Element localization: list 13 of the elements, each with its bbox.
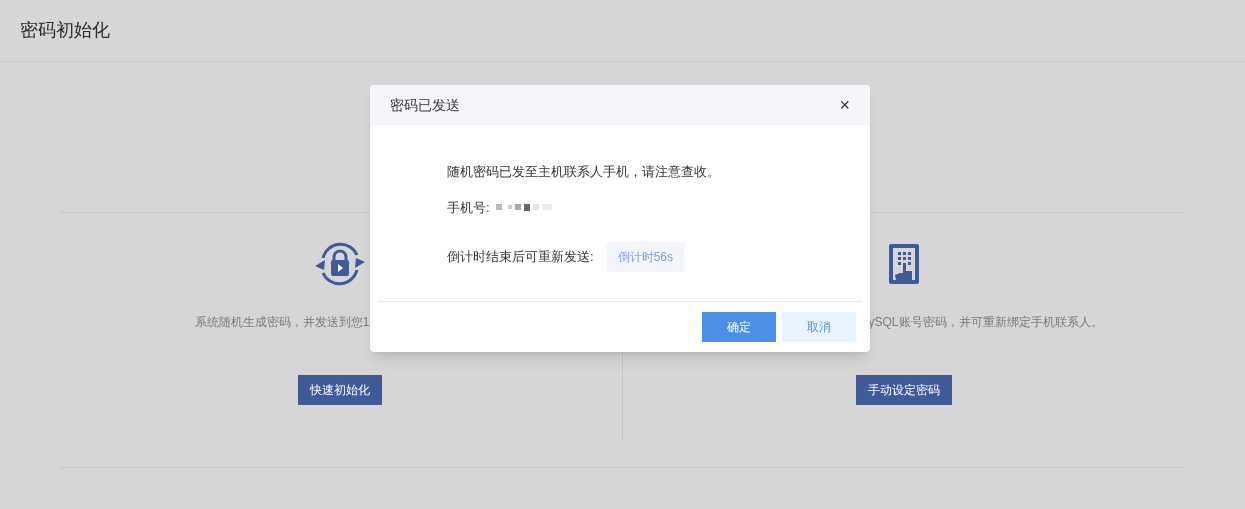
quick-init-button[interactable]: 快速初始化: [298, 375, 383, 405]
dialog-title: 密码已发送: [390, 95, 460, 115]
page-title: 密码初始化: [20, 19, 110, 42]
keypad-touch-icon: [888, 243, 921, 285]
option-description: 系统随机生成密码，并发送到您1: [194, 315, 370, 329]
manual-password-button[interactable]: 手动设定密码: [856, 375, 953, 405]
redacted-phone-number: [495, 203, 552, 212]
option-description: ySQL账号密码，并可重新绑定手机联系人。: [868, 315, 1103, 329]
phone-label: 手机号:: [447, 198, 490, 217]
resend-label: 倒计时结束后可重新发送:: [447, 248, 594, 267]
message-text: 随机密码已发至主机联系人手机，请注意查收。: [447, 163, 721, 181]
close-button[interactable]: ×: [839, 96, 850, 114]
countdown-button: 倒计时56s: [605, 242, 685, 272]
